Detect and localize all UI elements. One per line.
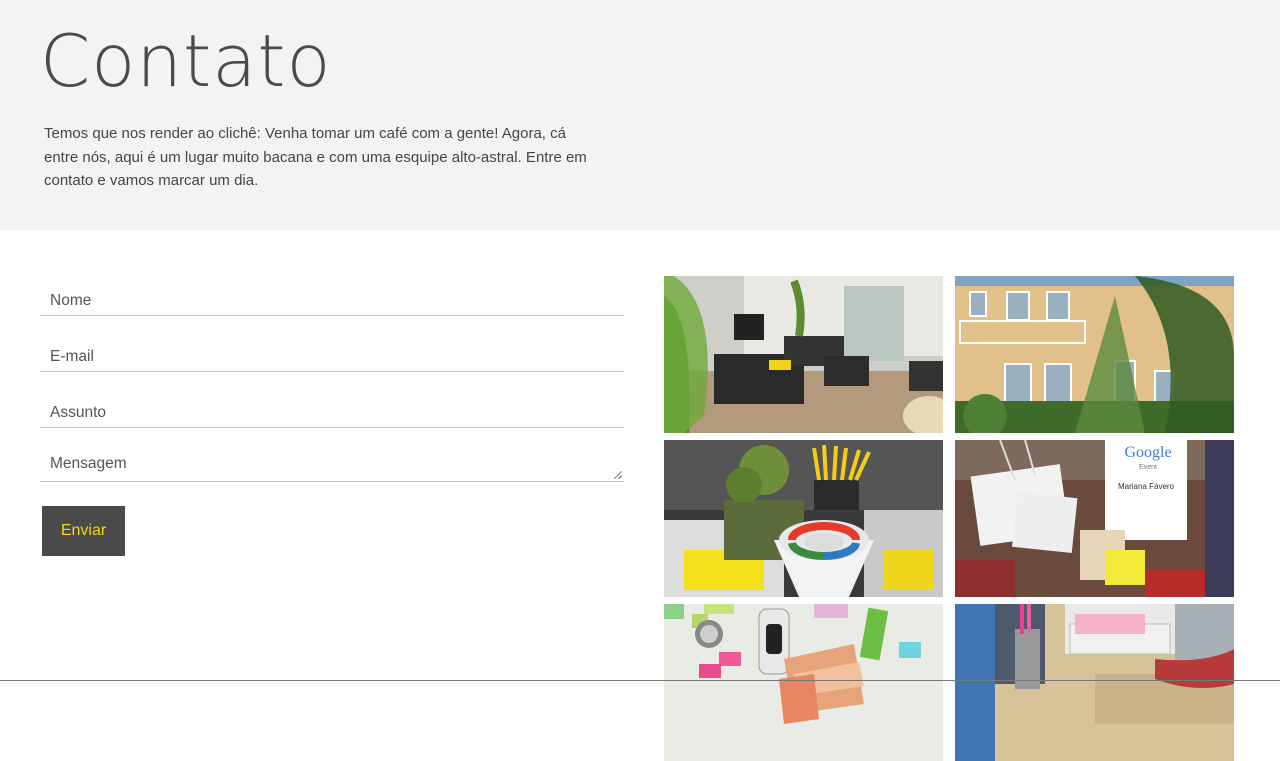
office-lounge-image (664, 276, 943, 433)
photo-desk-organizer[interactable] (955, 604, 1234, 761)
badge-event-label: Event (1113, 464, 1183, 471)
desk-pencils-image (664, 440, 943, 597)
photo-building-facade[interactable] (955, 276, 1234, 433)
building-facade-image (955, 276, 1234, 433)
event-badges-image (955, 440, 1234, 597)
email-field-wrapper (40, 332, 624, 372)
send-button[interactable]: Enviar (42, 506, 125, 556)
email-input[interactable] (40, 332, 624, 371)
resize-handle-icon[interactable] (614, 471, 622, 479)
page-header: Contato Temos que nos render ao clichê: … (0, 0, 1280, 230)
photo-event-badges[interactable]: Google Event Mariana Fávero (955, 440, 1234, 597)
google-badge-logo: Google (1113, 444, 1183, 462)
name-field-wrapper (40, 276, 624, 316)
contact-form: Enviar (40, 276, 624, 556)
name-input[interactable] (40, 276, 624, 315)
message-textarea[interactable] (40, 444, 624, 481)
page-description: Temos que nos render ao clichê: Venha to… (44, 122, 604, 193)
color-swatches-image (664, 604, 943, 761)
subject-input[interactable] (40, 388, 624, 427)
photo-desk-pencils[interactable] (664, 440, 943, 597)
desk-organizer-image (955, 604, 1234, 761)
message-field-wrapper (40, 444, 624, 482)
page-title: Contato (40, 18, 332, 104)
photo-office-lounge[interactable] (664, 276, 943, 433)
subject-field-wrapper (40, 388, 624, 428)
badge-attendee-name: Mariana Fávero (1105, 482, 1187, 491)
photo-color-swatches[interactable] (664, 604, 943, 761)
